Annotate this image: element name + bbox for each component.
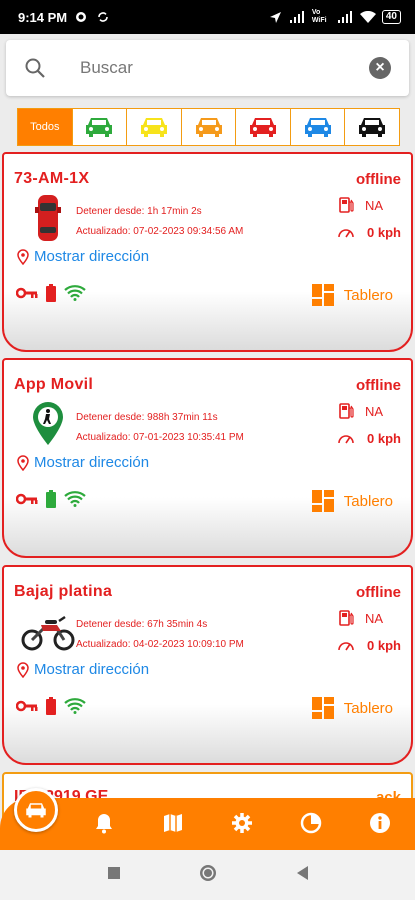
show-address-label: Mostrar dirección — [34, 248, 150, 265]
speed-value: 0 kph — [367, 225, 401, 240]
key-icon — [15, 699, 38, 718]
search-input[interactable] — [80, 58, 369, 78]
filter-red-car[interactable] — [236, 109, 291, 145]
vehicle-card[interactable]: 73-AM-1X offline Detener desde: 1h 17min… — [2, 152, 413, 352]
show-address-link[interactable]: Mostrar dirección — [16, 454, 149, 471]
red-car-icon — [20, 192, 76, 244]
location-pin-icon — [17, 248, 29, 265]
map-icon[interactable] — [160, 810, 186, 836]
recent-apps-button[interactable] — [107, 866, 121, 885]
speedometer-icon — [337, 430, 355, 448]
key-icon — [15, 492, 38, 511]
vehicle-name: 73-AM-1X — [14, 170, 90, 187]
battery-indicator: 40 — [381, 10, 401, 24]
location-pin-icon — [17, 454, 29, 471]
updated-at: Actualizado: 04-02-2023 10:09:10 PM — [76, 639, 244, 650]
clear-search-icon[interactable]: × — [369, 57, 391, 79]
show-address-label: Mostrar dirección — [34, 661, 150, 678]
location-pin-icon — [17, 661, 29, 678]
location-arrow-icon — [268, 10, 284, 24]
status-time: 9:14 PM — [18, 9, 68, 25]
speedometer-icon — [337, 637, 355, 655]
dashboard-label: Tablero — [343, 286, 393, 304]
settings-gear-icon[interactable] — [229, 810, 255, 836]
battery-status-icon — [46, 284, 56, 307]
dashboard-link[interactable]: Tablero — [311, 490, 393, 512]
filter-orange-car[interactable] — [182, 109, 237, 145]
app-notification-icon — [73, 10, 89, 24]
fuel-icon — [337, 609, 355, 627]
stopped-since: Detener desde: 988h 37min 11s — [76, 412, 218, 423]
vowifi-label: Vo WiFi — [311, 9, 327, 24]
signal-wifi-icon — [64, 698, 86, 719]
notifications-icon[interactable] — [91, 810, 117, 836]
status-bar: 9:14 PM Vo WiFi 40 — [0, 0, 415, 34]
vehicle-status: offline — [356, 171, 401, 188]
key-icon — [15, 286, 38, 305]
dashboard-label: Tablero — [343, 699, 393, 717]
dashboard-icon — [311, 697, 334, 719]
signal-icon — [289, 10, 306, 24]
vehicle-card[interactable]: Bajaj platina offline Detener desde: 67h… — [2, 565, 413, 765]
vehicle-filter-bar: Todos — [17, 108, 400, 146]
signal-icon-2 — [337, 10, 354, 24]
show-address-link[interactable]: Mostrar dirección — [16, 661, 149, 678]
dashboard-icon — [311, 490, 334, 512]
motorcycle-icon — [20, 605, 76, 657]
back-button[interactable] — [295, 865, 309, 886]
person-pin-icon — [20, 398, 76, 450]
info-icon[interactable] — [367, 810, 393, 836]
search-bar: × — [6, 40, 409, 96]
signal-wifi-icon — [64, 285, 86, 306]
vehicle-status: offline — [356, 584, 401, 601]
sync-icon — [95, 10, 111, 24]
reports-pie-icon[interactable] — [298, 810, 324, 836]
show-address-link[interactable]: Mostrar dirección — [16, 248, 149, 265]
search-icon — [24, 57, 46, 79]
dashboard-link[interactable]: Tablero — [311, 697, 393, 719]
system-navigation-bar — [0, 850, 415, 900]
signal-wifi-icon — [64, 491, 86, 512]
dashboard-link[interactable]: Tablero — [311, 284, 393, 306]
fuel-value: NA — [364, 198, 383, 213]
wifi-icon — [359, 10, 376, 24]
filter-all[interactable]: Todos — [18, 109, 73, 145]
vehicle-status: offline — [356, 377, 401, 394]
battery-status-icon — [46, 490, 56, 513]
fuel-icon — [337, 196, 355, 214]
stopped-since: Detener desde: 67h 35min 4s — [76, 619, 208, 630]
dashboard-icon — [311, 284, 334, 306]
home-button[interactable] — [199, 864, 217, 887]
fuel-value: NA — [364, 611, 383, 626]
updated-at: Actualizado: 07-02-2023 09:34:56 AM — [76, 226, 244, 237]
speed-value: 0 kph — [367, 638, 401, 653]
stopped-since: Detener desde: 1h 17min 2s — [76, 206, 202, 217]
filter-blue-car[interactable] — [291, 109, 346, 145]
speed-value: 0 kph — [367, 431, 401, 446]
vehicle-name: Bajaj platina — [14, 583, 113, 600]
vehicle-name: App Movil — [14, 376, 94, 393]
updated-at: Actualizado: 07-01-2023 10:35:41 PM — [76, 432, 244, 443]
vehicles-fab-button[interactable] — [14, 788, 58, 832]
fuel-icon — [337, 402, 355, 420]
vehicle-card[interactable]: App Movil offline Detener desde: 988h 37… — [2, 358, 413, 558]
car-icon — [26, 803, 46, 818]
bottom-navigation — [0, 798, 415, 850]
filter-yellow-car[interactable] — [127, 109, 182, 145]
speedometer-icon — [337, 224, 355, 242]
show-address-label: Mostrar dirección — [34, 454, 150, 471]
battery-status-icon — [46, 697, 56, 720]
dashboard-label: Tablero — [343, 492, 393, 510]
filter-black-car[interactable] — [345, 109, 399, 145]
filter-green-car[interactable] — [73, 109, 128, 145]
fuel-value: NA — [364, 404, 383, 419]
